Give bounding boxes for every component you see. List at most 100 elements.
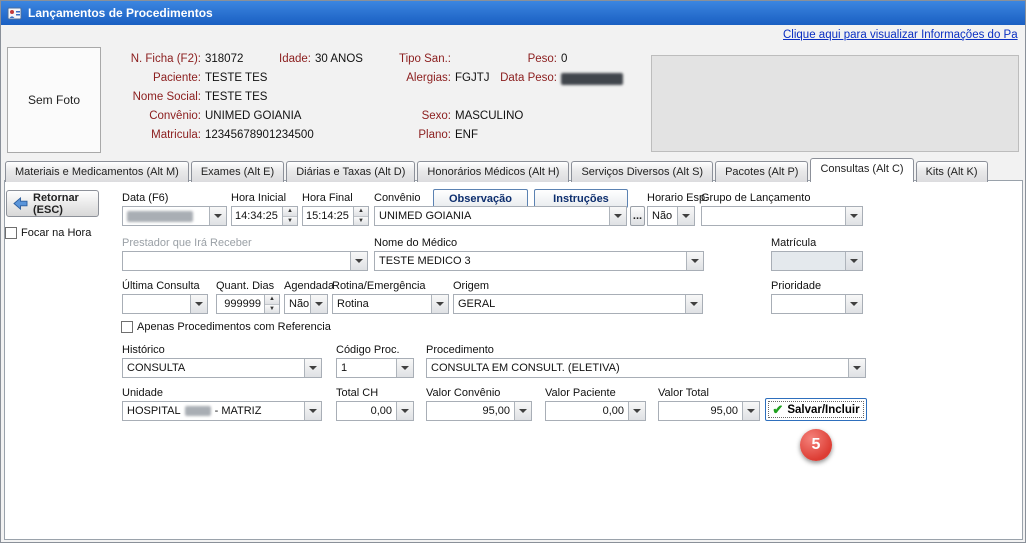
data-select[interactable] bbox=[122, 206, 227, 226]
ellipsis-button[interactable]: ... bbox=[630, 206, 645, 226]
nome-social-value: TESTE TES bbox=[205, 91, 267, 103]
grupo-lancamento-select[interactable] bbox=[701, 206, 863, 226]
checkbox-box[interactable] bbox=[5, 227, 17, 239]
hora-inicial-spinner[interactable]: 14:34:25 ▲▼ bbox=[231, 206, 298, 226]
dropdown-arrow-icon[interactable] bbox=[396, 359, 413, 377]
rotina-emergencia-select[interactable]: Rotina bbox=[332, 294, 449, 314]
historico-label: Histórico bbox=[122, 344, 165, 356]
dropdown-arrow-icon[interactable] bbox=[304, 402, 321, 420]
patient-info-link[interactable]: Clique aqui para visualizar Informações … bbox=[783, 29, 1018, 41]
valor-total-field[interactable]: 95,00 bbox=[658, 401, 760, 421]
dropdown-arrow-icon[interactable] bbox=[609, 207, 626, 225]
tab-materiais-medicamentos[interactable]: Materiais e Medicamentos (Alt M) bbox=[5, 161, 189, 182]
spin-down-icon[interactable]: ▼ bbox=[283, 217, 297, 226]
window-title: Lançamentos de Procedimentos bbox=[28, 6, 213, 20]
dropdown-arrow-icon[interactable] bbox=[310, 295, 327, 313]
ficha-label: N. Ficha (F2): bbox=[99, 53, 201, 65]
hora-inicial-value: 14:34:25 bbox=[232, 207, 282, 225]
tab-pacotes[interactable]: Pacotes (Alt P) bbox=[715, 161, 808, 182]
dropdown-arrow-icon[interactable] bbox=[514, 402, 531, 420]
plano-label: Plano: bbox=[379, 129, 451, 141]
data-value bbox=[123, 207, 209, 225]
spinner-buttons: ▲▼ bbox=[264, 295, 279, 313]
horario-esp-select[interactable]: Não bbox=[647, 206, 695, 226]
tab-kits[interactable]: Kits (Alt K) bbox=[916, 161, 988, 182]
nome-medico-select[interactable]: TESTE MEDICO 3 bbox=[374, 251, 704, 271]
spinner-buttons: ▲▼ bbox=[353, 207, 368, 225]
valor-paciente-value: 0,00 bbox=[546, 402, 628, 420]
sexo-value: MASCULINO bbox=[455, 110, 523, 122]
codigo-proc-select[interactable]: 1 bbox=[336, 358, 414, 378]
spin-up-icon[interactable]: ▲ bbox=[354, 207, 368, 217]
dropdown-arrow-icon[interactable] bbox=[190, 295, 207, 313]
tab-exames[interactable]: Exames (Alt E) bbox=[191, 161, 284, 182]
historico-select[interactable]: CONSULTA bbox=[122, 358, 322, 378]
spin-up-icon[interactable]: ▲ bbox=[265, 295, 279, 305]
titlebar[interactable]: Lançamentos de Procedimentos bbox=[1, 1, 1025, 25]
prestador-select[interactable] bbox=[122, 251, 368, 271]
agendada-select[interactable]: Não bbox=[284, 294, 328, 314]
hora-final-value: 15:14:25 bbox=[303, 207, 353, 225]
dropdown-arrow-icon[interactable] bbox=[304, 359, 321, 377]
spin-down-icon[interactable]: ▼ bbox=[265, 305, 279, 314]
dropdown-arrow-icon[interactable] bbox=[845, 207, 862, 225]
dropdown-arrow-icon[interactable] bbox=[845, 295, 862, 313]
dropdown-arrow-icon[interactable] bbox=[686, 252, 703, 270]
dropdown-arrow-icon[interactable] bbox=[350, 252, 367, 270]
app-icon bbox=[7, 6, 22, 21]
salvar-incluir-label: Salvar/Incluir bbox=[787, 404, 859, 416]
dropdown-arrow-icon[interactable] bbox=[396, 402, 413, 420]
prestador-value bbox=[123, 252, 350, 270]
spin-down-icon[interactable]: ▼ bbox=[354, 217, 368, 226]
valor-convenio-field[interactable]: 95,00 bbox=[426, 401, 532, 421]
matricula-value bbox=[772, 252, 845, 270]
valor-paciente-field[interactable]: 0,00 bbox=[545, 401, 646, 421]
dropdown-arrow-icon[interactable] bbox=[677, 207, 694, 225]
data-label: Data (F6) bbox=[122, 192, 168, 204]
retornar-label: Retornar (ESC) bbox=[33, 192, 92, 216]
dropdown-arrow-icon[interactable] bbox=[742, 402, 759, 420]
quant-dias-spinner[interactable]: 999999 ▲▼ bbox=[216, 294, 280, 314]
green-check-icon: ✔ bbox=[772, 402, 783, 418]
procedimento-select[interactable]: CONSULTA EM CONSULT. (ELETIVA) bbox=[426, 358, 866, 378]
dropdown-arrow-icon[interactable] bbox=[685, 295, 702, 313]
peso-value: 0 bbox=[561, 53, 567, 65]
salvar-incluir-button[interactable]: ✔ Salvar/Incluir bbox=[765, 398, 867, 421]
unidade-value: HOSPITAL - MATRIZ bbox=[123, 402, 304, 420]
tab-diarias-taxas[interactable]: Diárias e Taxas (Alt D) bbox=[286, 161, 415, 182]
spin-up-icon[interactable]: ▲ bbox=[283, 207, 297, 217]
unidade-prefix: HOSPITAL bbox=[127, 405, 181, 417]
unidade-select[interactable]: HOSPITAL - MATRIZ bbox=[122, 401, 322, 421]
dropdown-arrow-icon[interactable] bbox=[431, 295, 448, 313]
procedimento-label: Procedimento bbox=[426, 344, 494, 356]
ultima-consulta-value bbox=[123, 295, 190, 313]
origem-select[interactable]: GERAL bbox=[453, 294, 703, 314]
matricula-header-value: 12345678901234500 bbox=[205, 129, 314, 141]
retornar-button[interactable]: Retornar (ESC) bbox=[6, 190, 99, 217]
prioridade-select[interactable] bbox=[771, 294, 863, 314]
tab-servicos-diversos[interactable]: Serviços Diversos (Alt S) bbox=[571, 161, 713, 182]
checkbox-box[interactable] bbox=[121, 321, 133, 333]
hora-inicial-label: Hora Inicial bbox=[231, 192, 286, 204]
data-peso-redacted-value bbox=[561, 73, 623, 85]
codigo-proc-value: 1 bbox=[337, 359, 396, 377]
focar-na-hora-checkbox[interactable]: Focar na Hora bbox=[5, 227, 91, 239]
nome-medico-value: TESTE MEDICO 3 bbox=[375, 252, 686, 270]
hora-final-spinner[interactable]: 15:14:25 ▲▼ bbox=[302, 206, 369, 226]
total-ch-field[interactable]: 0,00 bbox=[336, 401, 414, 421]
unidade-suffix: - MATRIZ bbox=[215, 405, 262, 417]
tab-consultas[interactable]: Consultas (Alt C) bbox=[810, 158, 913, 182]
ultima-consulta-select[interactable] bbox=[122, 294, 208, 314]
apenas-referencia-checkbox[interactable]: Apenas Procedimentos com Referencia bbox=[121, 321, 331, 333]
dropdown-arrow-icon[interactable] bbox=[628, 402, 645, 420]
tab-honorarios-medicos[interactable]: Honorários Médicos (Alt H) bbox=[417, 161, 569, 182]
step-badge: 5 bbox=[800, 429, 832, 461]
unidade-redacted-part bbox=[185, 406, 211, 416]
unidade-label: Unidade bbox=[122, 387, 163, 399]
convenio-select[interactable]: UNIMED GOIANIA bbox=[374, 206, 627, 226]
data-redacted-value bbox=[127, 211, 193, 222]
procedures-window: Lançamentos de Procedimentos Clique aqui… bbox=[0, 0, 1026, 543]
procedimento-value: CONSULTA EM CONSULT. (ELETIVA) bbox=[427, 359, 848, 377]
dropdown-arrow-icon[interactable] bbox=[848, 359, 865, 377]
dropdown-arrow-icon[interactable] bbox=[209, 207, 226, 225]
